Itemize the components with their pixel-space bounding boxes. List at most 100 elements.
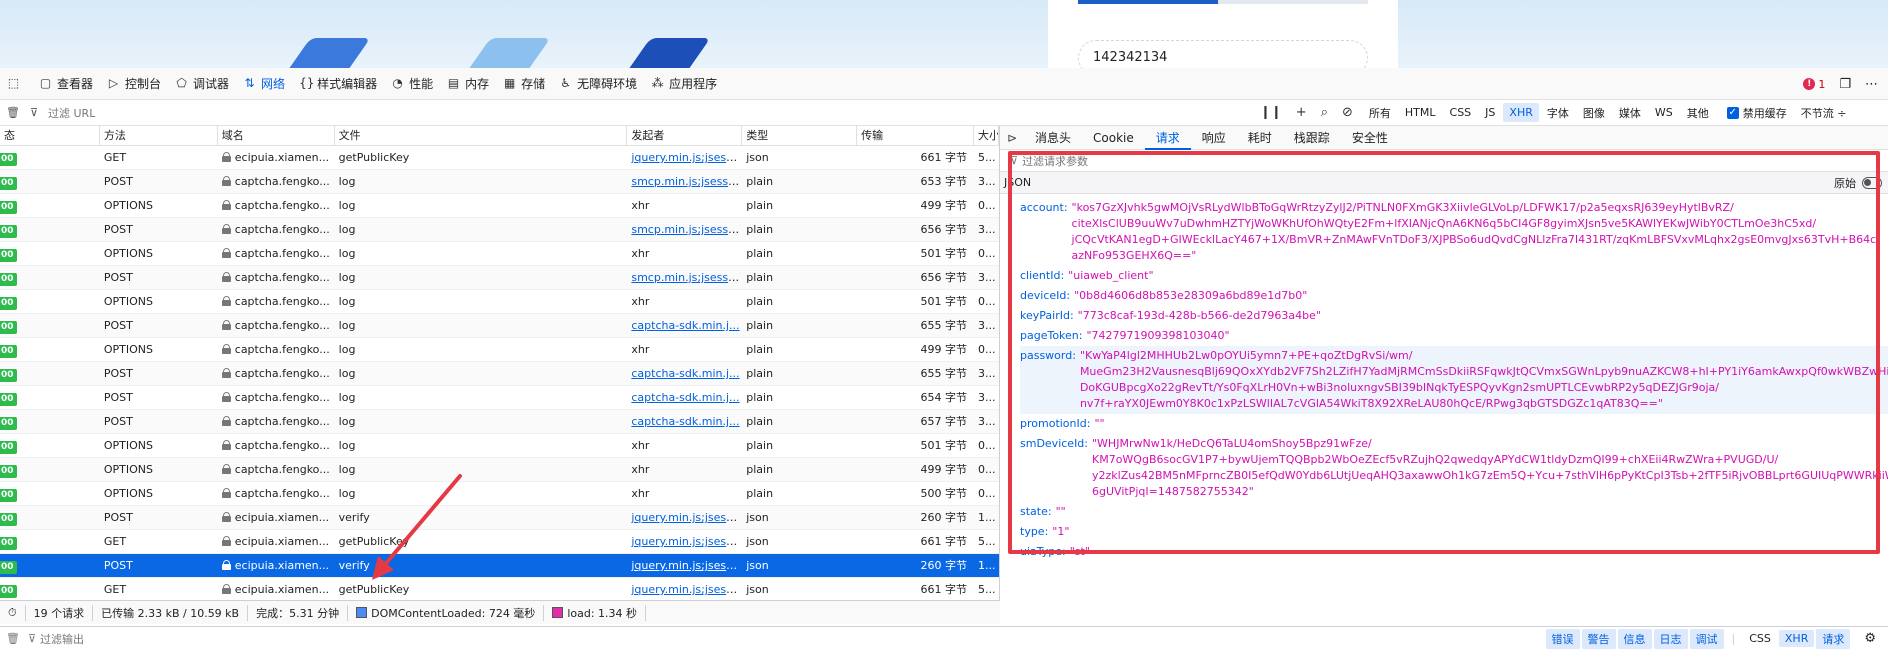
console-filter-input[interactable]: 🗑 ⊽ 过滤输出	[0, 631, 1546, 647]
col-domain[interactable]: 域名	[218, 126, 335, 145]
table-row[interactable]: 00 GET ecipuia.xiamen... getPublicKey jquery…	[0, 146, 999, 170]
params-filter-input[interactable]: ⊽ 过滤请求参数	[1000, 150, 1888, 172]
col-initiator[interactable]: 发起者	[627, 126, 743, 145]
col-file[interactable]: 文件	[335, 126, 628, 145]
tab-style-editor[interactable]: {} 样式编辑器	[292, 68, 384, 100]
json-param-row[interactable]: clientId: "uiaweb_client"	[1020, 266, 1888, 286]
json-param-row[interactable]: account: "kos7GzXJvhk5gwMOjVsRLydWlbBToGq…	[1020, 198, 1888, 266]
console-extra-2[interactable]: 请求	[1816, 628, 1851, 649]
details-tab-3[interactable]: 响应	[1191, 126, 1237, 150]
search-icon[interactable]: ⌕	[1321, 105, 1328, 120]
console-extra-0[interactable]: CSS	[1743, 630, 1777, 647]
table-row[interactable]: 00 POST captcha.fengko... log captcha-sdk.mi…	[0, 314, 999, 338]
tab-storage[interactable]: ▦ 存储	[496, 68, 552, 100]
add-icon[interactable]: +	[1296, 105, 1307, 120]
tab-console[interactable]: ▷ 控制台	[100, 68, 168, 100]
disable-cache-checkbox[interactable]: ✓ 禁用缓存	[1726, 105, 1787, 121]
json-param-row[interactable]: deviceId: "0b8d4606d8b853e28309a6bd89e1d7…	[1020, 286, 1888, 306]
type-filter-5[interactable]: 字体	[1541, 102, 1575, 124]
console-level-2[interactable]: 信息	[1617, 628, 1652, 649]
tab-accessibility[interactable]: ♿ 无障碍环境	[552, 68, 644, 100]
details-tab-2[interactable]: 请求	[1144, 126, 1191, 150]
initiator-link[interactable]: captcha-sdk.min.j...	[631, 319, 739, 332]
table-row[interactable]: 00 POST captcha.fengko... log captcha-sdk.mi…	[0, 386, 999, 410]
trash-icon[interactable]: 🗑	[6, 106, 20, 119]
table-row[interactable]: 00 GET ecipuia.xiamen... getPublicKey jquery…	[0, 530, 999, 554]
initiator-link[interactable]: smcp.min.js;jsessi...	[631, 223, 741, 236]
settings-gear-icon[interactable]: ⚙	[1858, 631, 1888, 646]
initiator-link[interactable]: captcha-sdk.min.j...	[631, 415, 739, 428]
toggle-sidebar-icon[interactable]: ⊳	[1000, 131, 1024, 145]
details-tab-5[interactable]: 栈跟踪	[1283, 126, 1341, 150]
json-param-row[interactable]: promotionId: ""	[1020, 414, 1888, 434]
details-tab-1[interactable]: Cookie	[1082, 126, 1145, 150]
tab-inspector[interactable]: ▢ 查看器	[32, 68, 100, 100]
dock-icon[interactable]: ❐	[1839, 77, 1851, 92]
details-tab-4[interactable]: 耗时	[1237, 126, 1283, 150]
type-filter-9[interactable]: 其他	[1681, 102, 1715, 124]
initiator-link[interactable]: smcp.min.js;jsessi...	[631, 175, 741, 188]
col-type[interactable]: 类型	[742, 126, 858, 145]
table-row[interactable]: 00 POST captcha.fengko... log smcp.min.js;js…	[0, 218, 999, 242]
table-row[interactable]: 00 OPTIONS captcha.fengko... log xhr plain 500…	[0, 482, 999, 506]
console-level-0[interactable]: 错误	[1545, 628, 1580, 649]
tab-application[interactable]: ⁂ 应用程序	[644, 68, 724, 100]
console-level-1[interactable]: 警告	[1581, 628, 1616, 649]
table-row[interactable]: 00 OPTIONS captcha.fengko... log xhr plain 501…	[0, 434, 999, 458]
col-status[interactable]: 态	[0, 126, 100, 145]
error-count-badge[interactable]: ! 1	[1803, 78, 1825, 91]
more-options-icon[interactable]: ⋯	[1865, 77, 1878, 92]
element-picker-button[interactable]: ⬚	[0, 68, 32, 100]
table-row[interactable]: 00 POST ecipuia.xiamen... verify jquery.min.…	[0, 506, 999, 530]
console-level-4[interactable]: 调试	[1689, 628, 1724, 649]
initiator-link[interactable]: captcha-sdk.min.j...	[631, 391, 739, 404]
block-icon[interactable]: ⊘	[1342, 105, 1353, 120]
tab-network[interactable]: ⇅ 网络	[236, 68, 292, 100]
type-filter-4[interactable]: XHR	[1503, 103, 1539, 122]
phone-field[interactable]: 142342134	[1078, 40, 1368, 68]
initiator-link[interactable]: jquery.min.js;jsessi...	[631, 151, 741, 164]
raw-toggle[interactable]: 原始	[1834, 175, 1882, 191]
json-param-row[interactable]: smDeviceId: "WHJMrwNw1k/HeDcQ6TaLU4omShoy…	[1020, 434, 1888, 502]
initiator-link[interactable]: captcha-sdk.min.j...	[631, 367, 739, 380]
col-transferred[interactable]: 传输	[857, 126, 975, 145]
details-tab-6[interactable]: 安全性	[1341, 126, 1399, 150]
json-param-row[interactable]: pageToken: "7427971909398103040"	[1020, 326, 1888, 346]
url-filter-input[interactable]: 🗑 ⊽ 过滤 URL	[0, 100, 1250, 126]
tab-debugger[interactable]: ⬠ 调试器	[168, 68, 236, 100]
tab-memory[interactable]: ▤ 内存	[440, 68, 496, 100]
initiator-link[interactable]: smcp.min.js;jsessi...	[631, 271, 741, 284]
initiator-link[interactable]: jquery.min.js;jsessi...	[631, 559, 741, 572]
tab-performance[interactable]: ◔ 性能	[384, 68, 440, 100]
throttle-select[interactable]: 不节流 ÷	[1801, 105, 1847, 121]
col-size[interactable]: 大小	[974, 126, 999, 145]
table-row[interactable]: 00 OPTIONS captcha.fengko... log xhr plain 501…	[0, 242, 999, 266]
type-filter-1[interactable]: HTML	[1399, 103, 1442, 122]
json-param-row[interactable]: uiaType: "st"	[1020, 542, 1888, 562]
type-filter-6[interactable]: 图像	[1577, 102, 1611, 124]
trash-icon[interactable]: 🗑	[6, 632, 20, 645]
initiator-link[interactable]: jquery.min.js;jsessi...	[631, 511, 741, 524]
type-filter-7[interactable]: 媒体	[1613, 102, 1647, 124]
json-param-row[interactable]: state: ""	[1020, 502, 1888, 522]
details-tab-0[interactable]: 消息头	[1024, 126, 1082, 150]
json-label[interactable]: JSON	[1004, 176, 1031, 189]
json-param-row[interactable]: password: "KwYaP4lgl2MHHUb2Lw0pOYUi5ymn7+…	[1020, 346, 1888, 414]
initiator-link[interactable]: jquery.min.js;jsessi...	[631, 583, 741, 596]
table-row[interactable]: 00 POST captcha.fengko... log smcp.min.js;js…	[0, 266, 999, 290]
table-row[interactable]: 00 POST captcha.fengko... log smcp.min.js;js…	[0, 170, 999, 194]
table-row[interactable]: 00 GET ecipuia.xiamen... getPublicKey jquery…	[0, 578, 999, 600]
console-level-3[interactable]: 日志	[1653, 628, 1688, 649]
table-row[interactable]: 00 OPTIONS captcha.fengko... log xhr plain 499…	[0, 338, 999, 362]
table-row[interactable]: 00 OPTIONS captcha.fengko... log xhr plain 499…	[0, 458, 999, 482]
table-row[interactable]: 00 OPTIONS captcha.fengko... log xhr plain 501…	[0, 290, 999, 314]
type-filter-3[interactable]: JS	[1479, 103, 1501, 122]
type-filter-8[interactable]: WS	[1649, 103, 1679, 122]
type-filter-2[interactable]: CSS	[1444, 103, 1478, 122]
table-row[interactable]: 00 POST captcha.fengko... log captcha-sdk.mi…	[0, 362, 999, 386]
table-row[interactable]: 00 OPTIONS captcha.fengko... log xhr plain 499…	[0, 194, 999, 218]
timer-icon-seg[interactable]: ⏱	[0, 604, 26, 621]
initiator-link[interactable]: jquery.min.js;jsessi...	[631, 535, 741, 548]
login-tab-active[interactable]	[1078, 0, 1218, 4]
type-filter-0[interactable]: 所有	[1363, 102, 1397, 124]
